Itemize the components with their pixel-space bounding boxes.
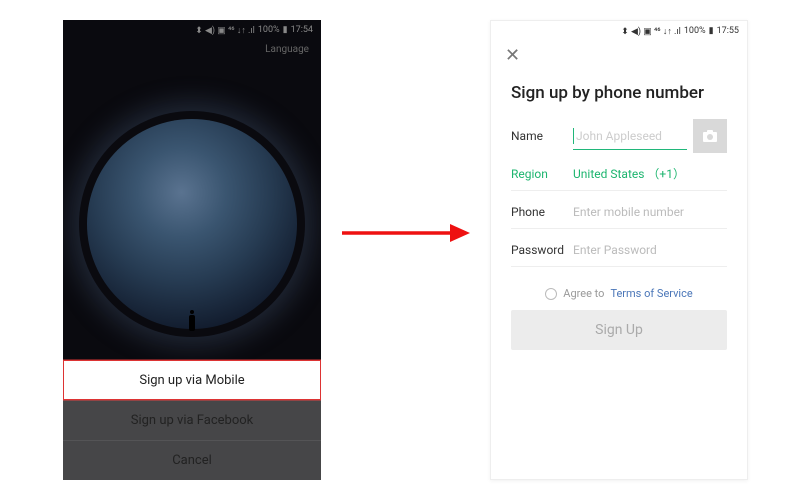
phone-screenshot-right: ⬍ ◀) ▣ ⁴⁶ ↓↑ .ıl 100% ▮ 17:55 ✕ Sign up … — [490, 20, 748, 480]
agree-prefix: Agree to — [563, 287, 604, 300]
terms-of-service-link[interactable]: Terms of Service — [610, 287, 692, 300]
phone-row: Phone Enter mobile number — [511, 195, 727, 229]
background-image — [63, 59, 321, 369]
phone-field[interactable]: Enter mobile number — [573, 205, 727, 219]
password-label: Password — [511, 243, 573, 257]
status-time: 17:54 — [291, 25, 313, 35]
phone-screenshot-left: ⬍ ◀) ▣ ⁴⁶ ↓↑ .ıl 100% ▮ 17:54 Language S… — [63, 20, 321, 480]
name-field[interactable]: John Appleseed — [573, 122, 687, 150]
status-battery: 100% — [684, 26, 706, 36]
camera-icon — [702, 129, 718, 143]
battery-icon: ▮ — [709, 26, 714, 36]
password-field[interactable]: Enter Password — [573, 243, 727, 257]
page-title: Sign up by phone number — [491, 65, 747, 119]
signup-mobile-button[interactable]: Sign up via Mobile — [63, 360, 321, 400]
name-placeholder: John Appleseed — [576, 129, 662, 143]
person-silhouette — [189, 315, 195, 331]
language-selector[interactable]: Language — [63, 40, 321, 59]
cancel-button[interactable]: Cancel — [63, 440, 321, 480]
terms-agreement-row: Agree to Terms of Service — [491, 287, 747, 300]
status-bar: ⬍ ◀) ▣ ⁴⁶ ↓↑ .ıl 100% ▮ 17:54 — [63, 20, 321, 40]
status-battery: 100% — [258, 25, 280, 35]
battery-icon: ▮ — [283, 25, 288, 35]
camera-avatar-button[interactable] — [693, 119, 727, 153]
signup-form: Name John Appleseed Region United States… — [491, 119, 747, 267]
password-row: Password Enter Password — [511, 233, 727, 267]
earth-graphic — [87, 119, 297, 329]
status-time: 17:55 — [717, 26, 739, 36]
name-label: Name — [511, 129, 573, 143]
text-cursor — [573, 128, 574, 144]
agree-checkbox[interactable] — [545, 288, 557, 300]
signup-button[interactable]: Sign Up — [511, 310, 727, 350]
arrow-icon — [340, 218, 470, 248]
phone-label: Phone — [511, 205, 573, 219]
region-label: Region — [511, 167, 573, 181]
signup-facebook-button[interactable]: Sign up via Facebook — [63, 400, 321, 440]
action-sheet: Sign up via Mobile Sign up via Facebook … — [63, 360, 321, 480]
region-value: United States （+1） — [573, 165, 727, 182]
region-row[interactable]: Region United States （+1） — [511, 157, 727, 191]
status-bar: ⬍ ◀) ▣ ⁴⁶ ↓↑ .ıl 100% ▮ 17:55 — [491, 21, 747, 41]
close-icon[interactable]: ✕ — [491, 41, 747, 65]
status-icons: ⬍ ◀) ▣ ⁴⁶ ↓↑ .ıl — [195, 25, 255, 36]
name-row: Name John Appleseed — [511, 119, 727, 153]
status-icons: ⬍ ◀) ▣ ⁴⁶ ↓↑ .ıl — [621, 26, 681, 37]
